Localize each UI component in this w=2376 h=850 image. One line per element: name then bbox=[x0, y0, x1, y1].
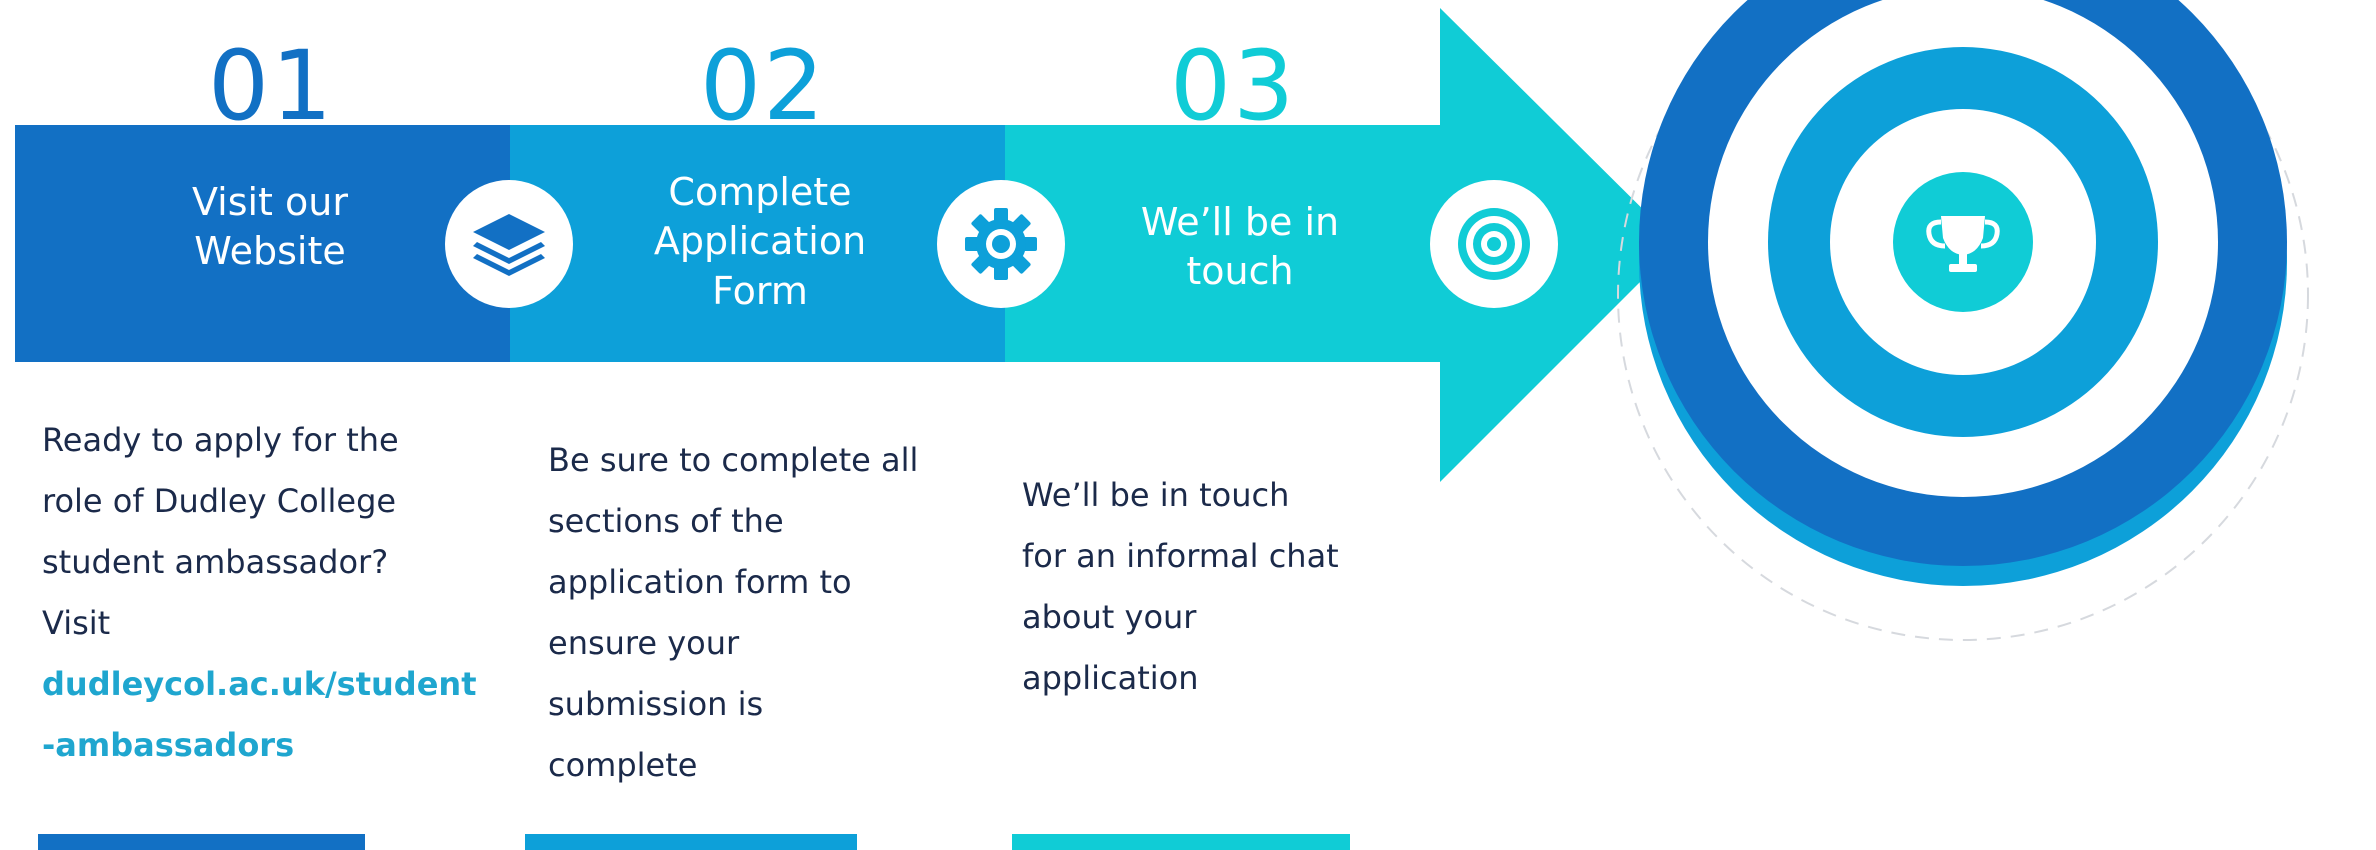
goal-target bbox=[1617, 0, 2309, 641]
step-1-desc-line-1: Ready to apply for the bbox=[42, 421, 399, 459]
step-2-desc-line-2: sections of the bbox=[548, 502, 784, 540]
step-2-desc-line-5: submission is bbox=[548, 685, 764, 723]
step-2-title-line-2: Application bbox=[653, 219, 867, 264]
step-3-number: 03 bbox=[1170, 30, 1297, 142]
step-3-desc-line-4: application bbox=[1022, 659, 1199, 697]
step-2-desc-line-3: application form to bbox=[548, 563, 852, 601]
ambassador-link[interactable]: dudleycol.ac.uk/student bbox=[42, 654, 476, 715]
step-1-desc-line-4: Visit bbox=[42, 604, 111, 642]
step-1-desc-line-2: role of Dudley College bbox=[42, 482, 397, 520]
step-2-description: Be sure to complete all sections of the … bbox=[548, 430, 918, 796]
step-2-title-line-1: Complete bbox=[668, 170, 852, 214]
step-3-desc-line-2: for an informal chat bbox=[1022, 537, 1339, 575]
step-2-icon-badge bbox=[937, 180, 1065, 308]
step-3-title-line-1: We’ll be in bbox=[1140, 200, 1340, 244]
step-1-description: Ready to apply for the role of Dudley Co… bbox=[42, 410, 476, 776]
step-2-title: Complete Application Form bbox=[610, 168, 910, 316]
step-1-desc-line-3: student ambassador? bbox=[42, 543, 389, 581]
step-2-title-line-3: Form bbox=[712, 268, 808, 313]
step-1-footer-bar bbox=[38, 834, 365, 850]
step-2-desc-line-6: complete bbox=[548, 746, 698, 784]
step-3-description: We’ll be in touch for an informal chat a… bbox=[1022, 465, 1339, 709]
step-1-title: Visit our Website bbox=[120, 178, 420, 277]
step-3-title-line-2: touch bbox=[1186, 249, 1294, 294]
ambassador-link-cont[interactable]: -ambassadors bbox=[42, 715, 476, 776]
step-3-desc-line-3: about your bbox=[1022, 598, 1197, 636]
step-2-footer-bar bbox=[525, 834, 857, 850]
step-1-title-line-2: Website bbox=[194, 229, 346, 274]
gear-icon bbox=[965, 208, 1037, 280]
step-2-desc-line-4: ensure your bbox=[548, 624, 740, 662]
step-3-icon-badge bbox=[1430, 180, 1558, 308]
layers-icon bbox=[473, 214, 545, 276]
step-3-title: We’ll be in touch bbox=[1090, 198, 1390, 297]
step-2-number: 02 bbox=[700, 30, 827, 142]
step-2-desc-line-1: Be sure to complete all bbox=[548, 441, 919, 479]
step-1-icon-badge bbox=[445, 180, 573, 308]
step-1-number: 01 bbox=[208, 30, 335, 142]
step-3-footer-bar bbox=[1012, 834, 1350, 850]
step-1-title-line-1: Visit our bbox=[191, 180, 348, 224]
step-3-desc-line-1: We’ll be in touch bbox=[1022, 476, 1290, 514]
target-icon bbox=[1458, 208, 1530, 280]
